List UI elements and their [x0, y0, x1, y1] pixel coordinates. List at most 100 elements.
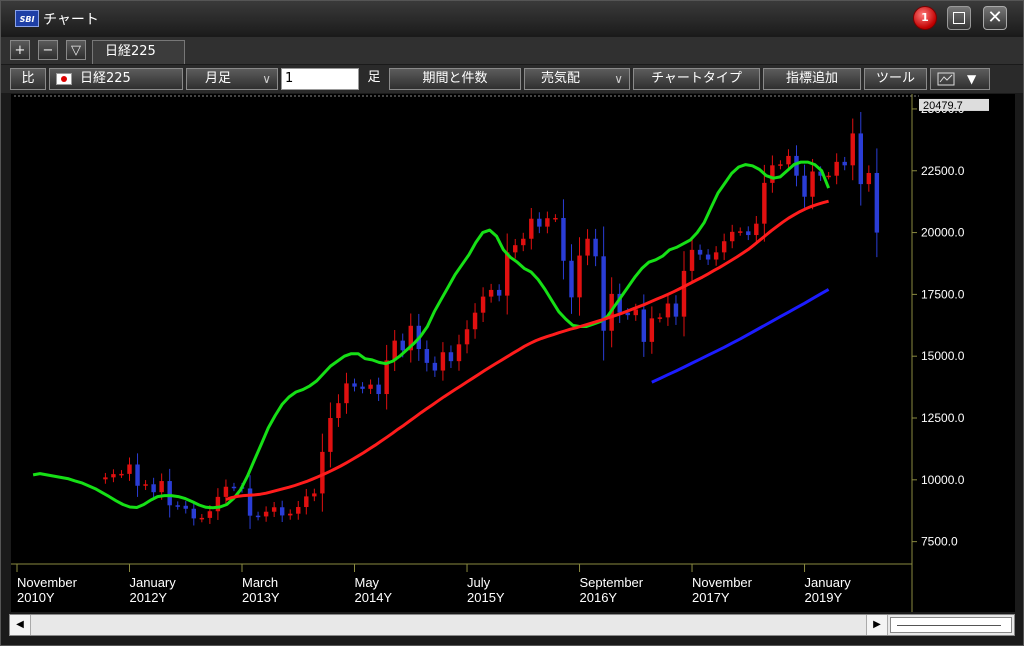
- candle-body: [288, 513, 293, 516]
- period-count-button[interactable]: 期間と件数: [389, 68, 521, 90]
- chevron-down-icon: ∨: [614, 72, 623, 86]
- tab-menu-button[interactable]: ▽: [66, 40, 86, 60]
- candle-body: [521, 238, 526, 246]
- tools-button[interactable]: ツール: [864, 68, 927, 90]
- candle-body: [183, 505, 188, 509]
- japan-flag-icon: [56, 73, 72, 85]
- candle-body: [866, 172, 872, 185]
- candle-body: [593, 238, 598, 257]
- candle-body: [127, 464, 132, 474]
- candle-body: [657, 317, 663, 319]
- window-icon: [953, 12, 965, 24]
- candle-body: [786, 155, 791, 165]
- candle-body: [713, 252, 719, 260]
- candle-body: [529, 218, 534, 239]
- candle-body: [673, 303, 679, 317]
- candle-body: [263, 511, 269, 517]
- scroll-range-thumb[interactable]: [890, 617, 1012, 633]
- chart-toolbar: 比 日経225 月足 ∨ 1 足 期間と件数 売気配 ∨ チャートタイプ 指標追…: [1, 65, 1023, 93]
- chevron-down-icon: ▼: [967, 72, 977, 86]
- candle-body: [111, 474, 116, 478]
- x-tick-month: January: [805, 575, 852, 590]
- candle-body: [778, 164, 783, 166]
- x-tick-month: September: [580, 575, 644, 590]
- close-window-button[interactable]: ✕: [983, 6, 1007, 30]
- x-tick-month: July: [467, 575, 491, 590]
- candle-body: [440, 352, 446, 371]
- window-title: チャート: [43, 12, 99, 28]
- title-bar[interactable]: SBI チャート 1 ✕: [1, 1, 1023, 35]
- candle-body: [504, 252, 510, 296]
- x-tick-year: 2016Y: [580, 590, 618, 605]
- y-tick-label: 17500.0: [921, 287, 965, 301]
- candle-body: [665, 303, 671, 318]
- quote-side-select[interactable]: 売気配 ∨: [524, 68, 630, 90]
- period-label: 月足: [205, 71, 232, 86]
- candle-body: [279, 507, 285, 516]
- candle-body: [304, 496, 309, 508]
- candle-body: [754, 223, 759, 236]
- candle-body: [456, 344, 462, 362]
- bar-unit-label: 足: [362, 68, 386, 90]
- chart-canvas[interactable]: 7500.0 10000.0 12500.0 15000.0 17500.0 20000.…: [11, 94, 1015, 612]
- candle-body: [826, 175, 831, 178]
- y-tick-label: 10000.0: [921, 473, 965, 487]
- candle-body: [545, 218, 550, 227]
- x-tick-month: May: [355, 575, 380, 590]
- candle-body: [641, 309, 647, 342]
- layout-icon: [937, 72, 955, 86]
- scroll-left-button[interactable]: ◀: [10, 615, 31, 635]
- candle-body: [488, 289, 494, 297]
- x-tick-month: November: [692, 575, 753, 590]
- candle-body: [255, 515, 261, 518]
- candle-body: [705, 254, 711, 260]
- y-tick-label: 7500.0: [921, 535, 958, 549]
- add-indicator-button[interactable]: 指標追加: [763, 68, 861, 90]
- bar-count-input[interactable]: 1: [281, 68, 359, 90]
- candle-body: [432, 362, 438, 371]
- candle-body: [167, 481, 172, 506]
- horizontal-scrollbar[interactable]: ◀ ▶: [9, 614, 1015, 636]
- price-chart[interactable]: 7500.0 10000.0 12500.0 15000.0 17500.0 20000.…: [11, 94, 1015, 612]
- x-tick-year: 2019Y: [805, 590, 843, 605]
- tab-bar: + − ▽ 日経225: [1, 37, 1023, 64]
- layout-menu-button[interactable]: ▼: [930, 68, 990, 90]
- candle-body: [247, 488, 253, 516]
- scroll-right-button[interactable]: ▶: [866, 615, 888, 635]
- candle-body: [464, 329, 470, 345]
- candle-body: [344, 383, 349, 404]
- sbi-logo: SBI: [15, 10, 39, 27]
- candle-body: [762, 182, 767, 224]
- tab-nikkei225[interactable]: 日経225: [92, 40, 185, 64]
- candle-body: [312, 493, 317, 497]
- symbol-button[interactable]: 日経225: [49, 68, 183, 90]
- candle-body: [368, 384, 373, 389]
- candle-body: [376, 384, 381, 395]
- x-tick-month: January: [130, 575, 177, 590]
- x-tick-year: 2013Y: [242, 590, 280, 605]
- candle-body: [721, 241, 727, 253]
- candle-body: [175, 505, 180, 507]
- x-tick-year: 2012Y: [130, 590, 168, 605]
- candle-body: [874, 172, 880, 233]
- add-tab-button[interactable]: +: [10, 40, 30, 60]
- candle-body: [472, 312, 478, 330]
- candle-body: [360, 386, 365, 389]
- candle-body: [834, 161, 839, 176]
- chart-type-button[interactable]: チャートタイプ: [633, 68, 760, 90]
- candle-body: [336, 403, 341, 419]
- remove-tab-button[interactable]: −: [38, 40, 58, 60]
- symbol-label: 日経225: [80, 71, 131, 86]
- notification-badge[interactable]: 1: [913, 6, 937, 30]
- candle-body: [103, 477, 108, 480]
- candle-body: [496, 289, 502, 296]
- compare-button[interactable]: 比: [10, 68, 46, 90]
- restore-window-button[interactable]: [947, 6, 971, 30]
- candle-body: [400, 340, 405, 351]
- candle-body: [577, 255, 582, 298]
- period-select[interactable]: 月足 ∨: [186, 68, 278, 90]
- y-tick-label: 12500.0: [921, 411, 965, 425]
- candle-body: [585, 238, 590, 256]
- candle-body: [697, 249, 703, 255]
- candle-body: [681, 270, 687, 317]
